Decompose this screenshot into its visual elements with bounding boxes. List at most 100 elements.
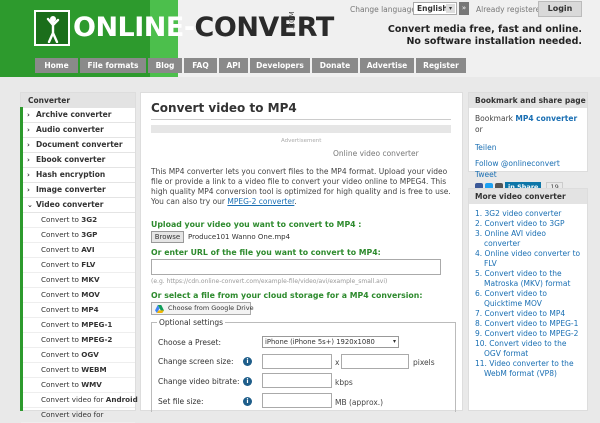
description: This MP4 converter lets you convert file… xyxy=(151,167,451,206)
sidebar-item-archive[interactable]: › Archive converter xyxy=(21,108,135,123)
list-item[interactable]: 7. Convert video to MP4 xyxy=(475,309,581,319)
screen-width-input[interactable] xyxy=(262,354,332,369)
login-button[interactable]: Login xyxy=(538,1,582,17)
screen-size-unit: pixels xyxy=(413,358,435,367)
sidebar-accent-bar xyxy=(20,107,23,411)
sidebar-subitem-mp4[interactable]: Convert to MP4 xyxy=(21,303,135,318)
sidebar-item-video[interactable]: ⌄ Video converter xyxy=(21,198,135,213)
mpeg2-converter-link[interactable]: MPEG-2 converter xyxy=(227,197,294,206)
converter-sidebar: Converter › Archive converter › Audio conv… xyxy=(20,92,138,423)
title-divider xyxy=(151,119,451,120)
list-item[interactable]: 9. Convert video to MPEG-2 xyxy=(475,329,581,339)
list-item[interactable]: 6. Convert video to Quicktime MOV xyxy=(475,289,581,309)
chevron-right-icon: › xyxy=(27,156,30,164)
list-item[interactable]: 5. Convert video to the Matroska (MKV) f… xyxy=(475,269,581,289)
change-language-label: Change language: xyxy=(350,5,419,14)
google-drive-button[interactable]: Choose from Google Drive xyxy=(151,302,254,315)
follow-link[interactable]: Follow @onlineconvert Tweet xyxy=(475,158,581,180)
nav-developers[interactable]: Developers xyxy=(250,58,310,73)
sidebar-item-hash[interactable]: › Hash encryption xyxy=(21,168,135,183)
info-icon[interactable]: i xyxy=(243,357,252,366)
ad-banner[interactable] xyxy=(151,125,451,133)
language-go-button[interactable]: » xyxy=(459,2,469,15)
sidebar-item-document[interactable]: › Document converter xyxy=(21,138,135,153)
info-icon[interactable]: i xyxy=(243,377,252,386)
ad-title[interactable]: Online video converter xyxy=(333,149,419,158)
more-converters-box: More video converter 1. 3G2 video conver… xyxy=(468,188,588,411)
more-converters-header: More video converter xyxy=(469,189,587,204)
nav-register[interactable]: Register xyxy=(416,58,466,73)
list-item[interactable]: 3. Online AVI video converter xyxy=(475,229,581,249)
file-size-unit: MB (approx.) xyxy=(335,398,384,407)
preset-label: Choose a Preset: xyxy=(158,338,221,347)
list-item[interactable]: 8. Convert video to MPEG-1 xyxy=(475,319,581,329)
sidebar-subitem-mpeg1[interactable]: Convert to MPEG-1 xyxy=(21,318,135,333)
nav-file-formats[interactable]: File formats xyxy=(80,58,146,73)
sidebar-subitem-android[interactable]: Convert video for Android xyxy=(21,393,138,408)
optional-settings-legend: Optional settings xyxy=(157,318,226,327)
logo-icon[interactable] xyxy=(34,10,70,46)
sidebar-subitem-wmv[interactable]: Convert to WMV xyxy=(21,378,135,393)
url-label: Or enter URL of the file you want to con… xyxy=(151,248,381,257)
sidebar-item-audio[interactable]: › Audio converter xyxy=(21,123,135,138)
sidebar-subitem-mov[interactable]: Convert to MOV xyxy=(21,288,135,303)
google-drive-icon xyxy=(155,305,164,313)
nav-advertise[interactable]: Advertise xyxy=(360,58,414,73)
ad-label: Advertisement xyxy=(281,138,322,144)
chevron-right-icon: › xyxy=(27,126,30,134)
nav-home[interactable]: Home xyxy=(35,58,78,73)
info-icon[interactable]: i xyxy=(243,397,252,406)
nav-api[interactable]: API xyxy=(219,58,248,73)
bitrate-label: Change video bitrate: xyxy=(158,377,240,386)
list-item[interactable]: 11. Video converter to the WebM format (… xyxy=(475,359,581,379)
sidebar-subitem-3g2[interactable]: Convert to 3G2 xyxy=(21,213,135,228)
preset-select[interactable]: iPhone (iPhone 5s+) 1920x1080 ▾ xyxy=(262,336,399,348)
upload-label: Upload your video you want to convert to… xyxy=(151,220,362,229)
chevron-right-icon: › xyxy=(27,111,30,119)
sidebar-subitem-3gp[interactable]: Convert to 3GP xyxy=(21,228,135,243)
cloud-label: Or select a file from your cloud storage… xyxy=(151,291,423,300)
bookmark-link[interactable]: MP4 converter xyxy=(515,114,577,123)
list-item[interactable]: 4. Online video converter to FLV xyxy=(475,249,581,269)
sidebar-subitem-avi[interactable]: Convert to AVI xyxy=(21,243,135,258)
tagline: Convert media free, fast and online. No … xyxy=(387,24,582,47)
list-item[interactable]: 10. Convert video to the OGV format xyxy=(475,339,581,359)
list-item[interactable]: 2. Convert video to 3GP xyxy=(475,219,581,229)
sidebar-item-image[interactable]: › Image converter xyxy=(21,183,135,198)
nav-donate[interactable]: Donate xyxy=(312,58,358,73)
chevron-down-icon: ▾ xyxy=(392,338,396,345)
main-nav: Home File formats Blog FAQ API Developer… xyxy=(35,58,466,73)
bitrate-input[interactable] xyxy=(262,373,332,388)
file-size-label: Set file size: xyxy=(158,397,204,406)
browse-button[interactable]: Browse xyxy=(151,231,184,243)
language-select[interactable]: English ▾ xyxy=(413,2,457,15)
more-converters-list: 1. 3G2 video converter 2. Convert video … xyxy=(469,204,587,384)
logo-dotcom: .COM xyxy=(288,11,296,30)
sidebar-header: Converter xyxy=(21,93,135,108)
screen-size-x: x xyxy=(335,358,340,367)
sidebar-subitem-webm[interactable]: Convert to WEBM xyxy=(21,363,135,378)
bookmark-header: Bookmark and share page xyxy=(469,93,587,108)
list-item[interactable]: 1. 3G2 video converter xyxy=(475,209,581,219)
sidebar-item-ebook[interactable]: › Ebook converter xyxy=(21,153,135,168)
selected-file-name: Produce101 Wanno One.mp4 xyxy=(188,233,291,241)
screen-height-input[interactable] xyxy=(341,354,409,369)
sidebar-subitem-mkv[interactable]: Convert to MKV xyxy=(21,273,135,288)
bitrate-unit: kbps xyxy=(335,378,353,387)
sidebar-subitem-ogv[interactable]: Convert to OGV xyxy=(21,348,135,363)
nav-blog[interactable]: Blog xyxy=(148,58,182,73)
screen-size-label: Change screen size: xyxy=(158,357,234,366)
bookmark-box: Bookmark and share page Bookmark MP4 con… xyxy=(468,92,588,192)
teilen-link[interactable]: Teilen xyxy=(475,142,581,153)
main-content: Convert video to MP4 Advertisement Onlin… xyxy=(140,92,463,412)
bookmark-text: Bookmark MP4 converter or xyxy=(475,114,578,134)
chevron-right-icon: › xyxy=(27,171,30,179)
sidebar-subitem-flv[interactable]: Convert to FLV xyxy=(21,258,135,273)
file-size-input[interactable] xyxy=(262,393,332,408)
sidebar-subitem-mpeg2[interactable]: Convert to MPEG-2 xyxy=(21,333,135,348)
url-hint: (e.g. https://cdn.online-convert.com/exa… xyxy=(151,278,388,285)
url-input[interactable] xyxy=(151,259,441,275)
sidebar-subitem-video-for[interactable]: Convert video for xyxy=(21,408,135,423)
chevron-down-icon: ▾ xyxy=(446,4,455,13)
nav-faq[interactable]: FAQ xyxy=(184,58,217,73)
